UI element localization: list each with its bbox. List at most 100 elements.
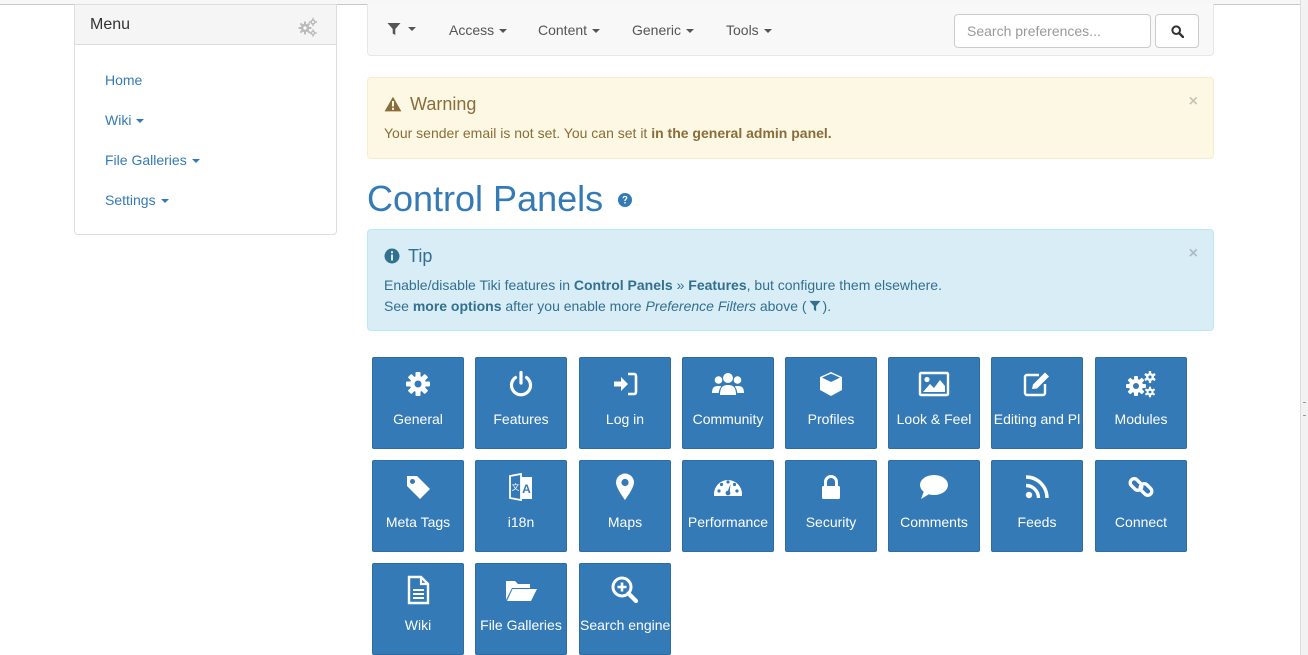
nav-tools-dropdown[interactable]: Tools (726, 22, 772, 38)
tip-text: » (672, 277, 689, 293)
tile-label: Profiles (807, 411, 855, 427)
tip-text: , but configure them elsewhere. (746, 277, 942, 293)
scrollbar-grip[interactable] (1303, 402, 1306, 416)
tile-label: Log in (605, 411, 645, 427)
tip-text: Enable/disable Tiki features in (384, 277, 574, 293)
file-text-icon (373, 575, 463, 605)
tile-label: Performance (687, 514, 769, 530)
menu-title: Menu (90, 16, 131, 33)
control-panel-tile-performance[interactable]: Performance (682, 460, 774, 552)
nav-generic-dropdown[interactable]: Generic (632, 22, 695, 38)
search-preferences-input[interactable] (954, 14, 1151, 48)
tip-text: after you enable more (501, 298, 646, 314)
filter-dropdown[interactable] (387, 20, 416, 36)
users-icon (683, 370, 773, 398)
rss-icon (992, 473, 1082, 501)
warning-body: Your sender email is not set. You can se… (384, 123, 1197, 144)
control-panel-tile-file-galleries[interactable]: File Galleries (475, 563, 567, 655)
close-icon[interactable]: × (1189, 246, 1198, 262)
menu-link-wiki[interactable]: Wiki (105, 112, 145, 128)
image-icon (889, 370, 979, 398)
control-panel-tile-editing-and-pl[interactable]: Editing and Pl (991, 357, 1083, 449)
sidebar-menu-panel: Menu Home Wiki File Galleries Settings (74, 4, 337, 235)
tile-label: Search engine (580, 617, 670, 633)
control-panel-tile-security[interactable]: Security (785, 460, 877, 552)
nav-item-label: Access (449, 22, 495, 38)
warning-text: Your sender email is not set. You can se… (384, 125, 652, 141)
control-panel-tile-feeds[interactable]: Feeds (991, 460, 1083, 552)
tag-icon (373, 473, 463, 501)
cogs-icon (1096, 370, 1186, 398)
control-panel-tile-search-engine[interactable]: Search engine (579, 563, 671, 655)
menu-heading: Menu (75, 5, 336, 45)
caret-down-icon (499, 29, 508, 34)
control-panel-tile-connect[interactable]: Connect (1095, 460, 1187, 552)
window-scrollbar[interactable] (1300, 0, 1308, 655)
tile-label: Connect (1114, 514, 1168, 530)
control-panel-tile-meta-tags[interactable]: Meta Tags (372, 460, 464, 552)
warning-title: Warning (410, 93, 477, 114)
alert-title: Tip (384, 245, 1197, 267)
link-icon (1096, 473, 1186, 501)
warning-icon (384, 96, 402, 112)
edit-icon (992, 370, 1082, 398)
control-panel-tile-profiles[interactable]: Profiles (785, 357, 877, 449)
control-panel-tile-community[interactable]: Community (682, 357, 774, 449)
tip-line-1: Enable/disable Tiki features in Control … (384, 275, 1197, 296)
control-panel-tile-general[interactable]: General (372, 357, 464, 449)
caret-down-icon (592, 29, 601, 34)
control-panel-tile-wiki[interactable]: Wiki (372, 563, 464, 655)
control-panel-tile-comments[interactable]: Comments (888, 460, 980, 552)
tile-label: Community (692, 411, 764, 427)
control-panel-tile-look-feel[interactable]: Look & Feel (888, 357, 980, 449)
search-icon (1170, 24, 1184, 38)
control-panel-tile-i18n[interactable]: A 文 i18n (475, 460, 567, 552)
close-icon[interactable]: × (1189, 94, 1198, 110)
caret-down-icon (408, 27, 416, 32)
caret-down-icon (160, 199, 169, 204)
caret-down-icon (763, 29, 772, 34)
tile-label: Security (805, 514, 857, 530)
search-button[interactable] (1155, 14, 1199, 48)
caret-down-icon (136, 119, 145, 124)
tip-strong: Control Panels (573, 277, 673, 293)
cogs-icon[interactable] (298, 17, 318, 37)
preferences-navbar: Access Content Generic Tools (367, 4, 1214, 56)
control-panel-tile-log-in[interactable]: Log in (579, 357, 671, 449)
question-circle-icon[interactable] (617, 192, 633, 208)
nav-access-dropdown[interactable]: Access (449, 22, 508, 38)
tip-title: Tip (408, 245, 433, 266)
filter-icon (387, 23, 401, 36)
nav-content-dropdown[interactable]: Content (538, 22, 601, 38)
tip-strong: more options (412, 298, 502, 314)
tip-alert: Tip Enable/disable Tiki features in Cont… (367, 229, 1214, 331)
menu-item-wiki: Wiki (75, 100, 336, 140)
svg-text:文: 文 (512, 482, 520, 492)
tile-label: Modules (1114, 411, 1168, 427)
menu-link-file-galleries[interactable]: File Galleries (105, 152, 200, 168)
svg-text:A: A (522, 482, 531, 496)
tile-label: Maps (607, 514, 643, 530)
search-plus-icon (580, 576, 670, 604)
nav-item-label: Generic (632, 22, 682, 38)
control-panel-tile-features[interactable]: Features (475, 357, 567, 449)
nav-item-label: Content (538, 22, 588, 38)
tip-line-2: See more options after you enable more P… (384, 296, 1197, 317)
tile-label: Wiki (404, 617, 432, 633)
control-panel-tile-modules[interactable]: Modules (1095, 357, 1187, 449)
folder-open-icon (476, 576, 566, 604)
tile-label: i18n (507, 514, 535, 530)
lock-icon (786, 473, 876, 501)
menu-link-settings[interactable]: Settings (105, 192, 169, 208)
menu-item-settings: Settings (75, 180, 336, 220)
power-icon (476, 370, 566, 398)
warning-alert: Warning Your sender email is not set. Yo… (367, 77, 1214, 159)
alert-title: Warning (384, 93, 1197, 115)
info-circle-icon (384, 248, 400, 264)
control-panel-tile-maps[interactable]: Maps (579, 460, 671, 552)
menu-link-home[interactable]: Home (105, 72, 142, 88)
tile-label: Editing and Pl (993, 411, 1081, 427)
general-admin-panel-link[interactable]: in the general admin panel. (651, 125, 831, 141)
menu-item-label: Settings (105, 192, 156, 208)
cog-icon (373, 370, 463, 398)
